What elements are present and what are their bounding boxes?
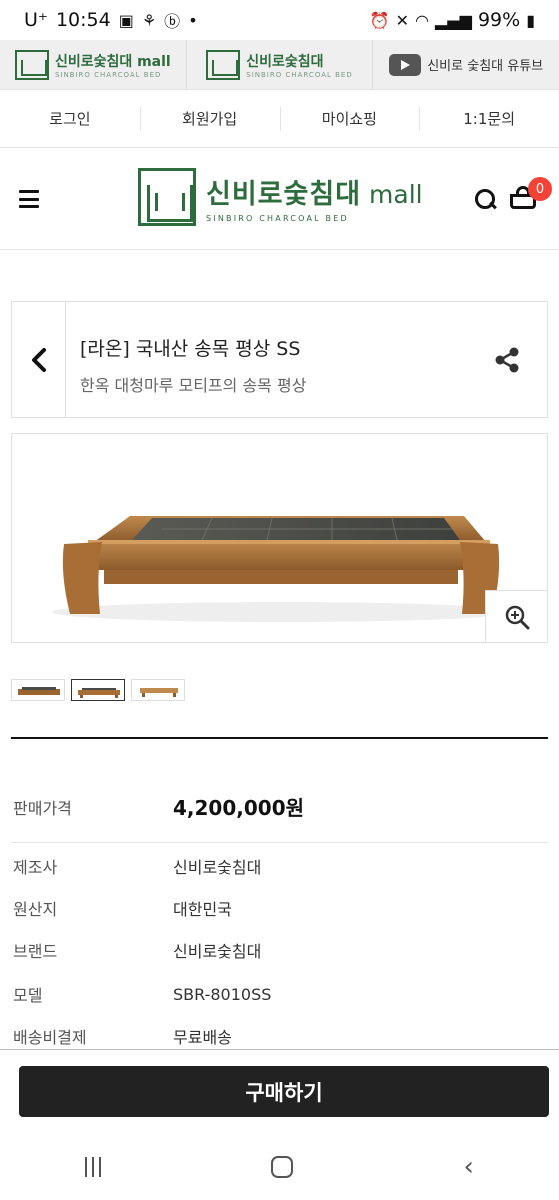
back-button[interactable] [12, 302, 66, 417]
share-icon [495, 347, 519, 372]
battery-icon: ▮ [526, 10, 535, 30]
product-main-image[interactable] [11, 433, 548, 643]
zoom-button[interactable] [485, 590, 547, 642]
brand-row: 브랜드 신비로숯침대 [13, 938, 548, 962]
product-name: [라온] 국내산 송목 평상 SS [80, 338, 301, 360]
share-button[interactable] [467, 302, 547, 417]
thumbnail-3[interactable] [131, 679, 185, 701]
maker-value: 신비로숯침대 [173, 858, 262, 877]
more-dot-icon: • [188, 10, 198, 30]
thumbnail-1-image [18, 687, 60, 695]
status-bar: U⁺ 10:54 ▣ ⚘ ⓑ • ⏰ ✕ ◠ ▂▄▆ 99% ▮ [0, 0, 559, 40]
chevron-left-icon [31, 347, 46, 372]
brand-logo-icon [206, 49, 241, 80]
top-banner: 신비로숯침대 mall SINBIRO CHARCOAL BED 신비로숯침대 … [0, 40, 559, 90]
banner-mall[interactable]: 신비로숯침대 mall SINBIRO CHARCOAL BED [0, 40, 187, 89]
row-separator [11, 842, 548, 843]
banner-brand-sub: SINBIRO CHARCOAL BED [246, 70, 353, 79]
logo-subtitle: SINBIRO CHARCOAL BED [206, 213, 349, 223]
banner-mall-sub: SINBIRO CHARCOAL BED [54, 70, 162, 79]
site-logo[interactable]: 신비로숯침대 mall SINBIRO CHARCOAL BED [138, 168, 423, 226]
product-title-box: [라온] 국내산 송목 평상 SS 한옥 대청마루 모티프의 송목 평상 [11, 301, 548, 418]
banner-brand[interactable]: 신비로숯침대 SINBIRO CHARCOAL BED [187, 40, 374, 89]
home-icon[interactable] [271, 1155, 294, 1178]
logo-mall: mall [369, 179, 423, 209]
wifi-icon: ◠ [415, 10, 430, 30]
shipping-value: 무료배송 [173, 1028, 232, 1047]
clock: 10:54 [55, 9, 111, 31]
system-nav-bar: ‹ [0, 1133, 559, 1200]
recents-icon[interactable] [85, 1156, 102, 1177]
zoom-in-icon [505, 605, 529, 629]
signal-icon: ▂▄▆ [435, 10, 472, 30]
search-icon[interactable] [474, 188, 498, 212]
model-label: 모델 [13, 986, 43, 1005]
banner-youtube[interactable]: 신비로 숯침대 유튜브 [373, 40, 559, 89]
model-row: 모델 SBR-8010SS [13, 982, 548, 1006]
buy-button[interactable]: 구매하기 [19, 1066, 549, 1117]
brand-value: 신비로숯침대 [173, 942, 262, 961]
price-value: 4,200,000원 [173, 796, 305, 820]
b-app-icon: ⓑ [164, 12, 181, 31]
price-label: 판매가격 [13, 798, 72, 818]
product-description: 한옥 대청마루 모티프의 송목 평상 [80, 376, 307, 395]
youtube-icon [389, 53, 422, 76]
section-divider [11, 737, 548, 739]
site-header: 신비로숯침대 mall SINBIRO CHARCOAL BED [0, 148, 559, 250]
origin-value: 대한민국 [173, 900, 232, 919]
brand-label: 브랜드 [13, 942, 58, 961]
inquiry-link[interactable]: 1:1문의 [419, 90, 559, 147]
banner-mall-text: 신비로숯침대 mall [54, 53, 171, 70]
back-icon[interactable]: ‹ [463, 1152, 473, 1182]
thumbnail-3-image [140, 688, 178, 697]
logo-mark-icon [138, 168, 196, 226]
carrier-label: U⁺ [24, 9, 48, 31]
banner-brand-text: 신비로숯침대 [246, 53, 324, 70]
brand-logo-icon [14, 49, 49, 80]
thumbnail-strip [11, 679, 185, 701]
shipping-row: 배송비결제 무료배송 [13, 1024, 548, 1048]
origin-label: 원산지 [13, 900, 58, 919]
login-link[interactable]: 로그인 [0, 90, 140, 147]
buy-bar: 구매하기 [0, 1049, 559, 1133]
origin-row: 원산지 대한민국 [13, 896, 548, 920]
menu-icon[interactable] [19, 190, 39, 208]
mute-icon: ✕ [395, 10, 410, 30]
gallery-icon: ▣ [118, 10, 134, 30]
maker-label: 제조사 [13, 858, 58, 877]
shipping-label: 배송비결제 [13, 1028, 87, 1047]
pay-icon: ⚘ [141, 10, 157, 30]
logo-title: 신비로숯침대 [206, 178, 362, 210]
thumbnail-1[interactable] [11, 679, 65, 701]
model-value: SBR-8010SS [173, 984, 272, 1004]
maker-row: 제조사 신비로숯침대 [13, 854, 548, 878]
bed-illustration [52, 516, 512, 622]
member-nav: 로그인 회원가입 마이쇼핑 1:1문의 [0, 90, 559, 148]
join-link[interactable]: 회원가입 [139, 90, 280, 147]
thumbnail-2[interactable] [71, 679, 125, 701]
alarm-icon: ⏰ [369, 10, 390, 30]
battery-level: 99% [477, 9, 521, 31]
price-row: 판매가격 4,200,000원 [13, 792, 548, 821]
cart-count-badge: 0 [528, 177, 552, 201]
banner-youtube-text: 신비로 숯침대 유튜브 [427, 59, 544, 74]
myshop-link[interactable]: 마이쇼핑 [279, 90, 420, 147]
thumbnail-2-image [78, 688, 120, 698]
